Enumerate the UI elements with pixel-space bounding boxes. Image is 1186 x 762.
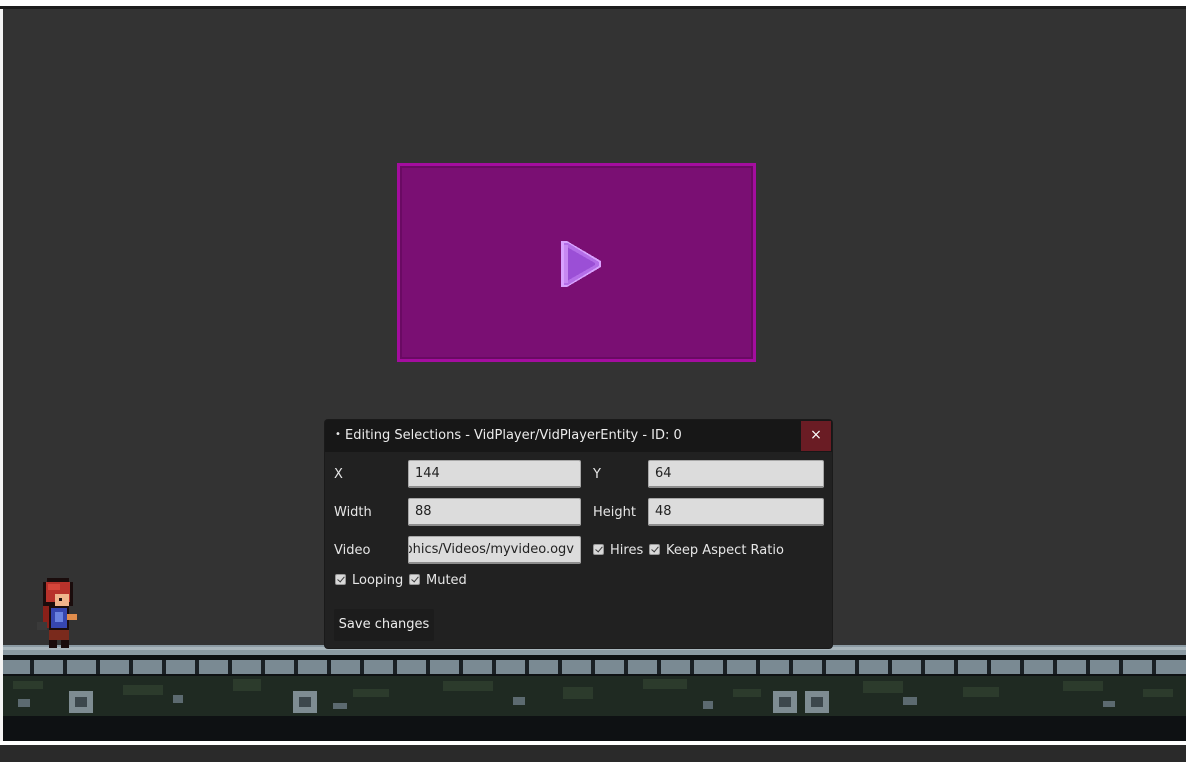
video-label: Video [334,543,371,558]
save-changes-button[interactable]: Save changes [334,609,434,641]
keep-aspect-ratio-label: Keep Aspect Ratio [666,543,784,558]
x-label: X [334,467,343,482]
play-icon [561,241,601,287]
dialog-title-bar[interactable]: • Editing Selections - VidPlayer/VidPlay… [325,420,832,452]
y-label: Y [593,467,601,482]
height-label: Height [593,505,636,520]
hires-label: Hires [610,543,644,558]
video-path-text: Graphics/Videos/myvideo.ogv [409,542,574,557]
player-character[interactable] [33,576,89,648]
hires-checkbox[interactable] [593,544,604,555]
looping-checkbox[interactable] [335,574,346,585]
width-input[interactable]: 88 [408,498,581,526]
collapse-bullet-icon[interactable]: • [335,429,341,440]
x-input[interactable]: 144 [408,460,581,488]
keep-aspect-ratio-checkbox[interactable] [649,544,660,555]
editing-selections-dialog: • Editing Selections - VidPlayer/VidPlay… [325,420,832,648]
dialog-title: Editing Selections - VidPlayer/VidPlayer… [345,428,682,443]
y-input[interactable]: 64 [648,460,824,488]
width-label: Width [334,505,372,520]
window-bottom-bar [0,745,1186,762]
height-input[interactable]: 48 [648,498,824,526]
muted-label: Muted [426,573,467,588]
close-button[interactable]: × [801,421,831,451]
vid-player-entity[interactable] [397,163,756,362]
looping-label: Looping [352,573,404,588]
muted-checkbox[interactable] [409,574,420,585]
ground-tiles [3,645,1186,741]
video-path-input[interactable]: Graphics/Videos/myvideo.ogv [408,536,581,564]
close-icon: × [810,427,822,443]
